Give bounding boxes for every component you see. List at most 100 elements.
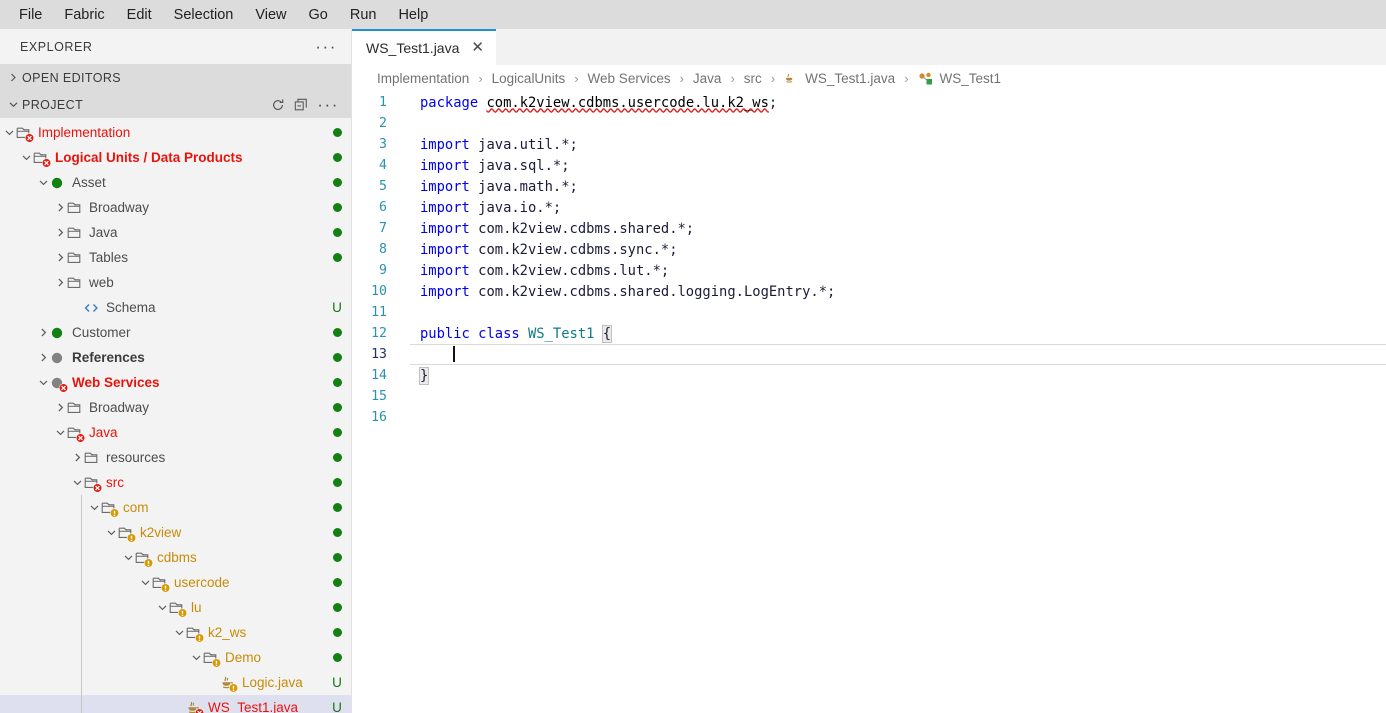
tree-item-resources[interactable]: resources [0, 445, 351, 470]
tree-item-label: Java [89, 225, 118, 240]
tree-item-asset[interactable]: Asset [0, 170, 351, 195]
tree-item-broadway[interactable]: Broadway [0, 395, 351, 420]
tree-item-tables[interactable]: Tables [0, 245, 351, 270]
chevron-right-icon[interactable] [53, 253, 67, 262]
tree-item-k2-ws[interactable]: k2_ws [0, 620, 351, 645]
tree-item-java[interactable]: Java [0, 420, 351, 445]
tree-item-java[interactable]: Java [0, 220, 351, 245]
breadcrumb-label: LogicalUnits [491, 71, 566, 86]
tree-item-label: src [106, 475, 124, 490]
tree-item-references[interactable]: References [0, 345, 351, 370]
code-line-2[interactable]: 2 [352, 113, 1386, 134]
chevron-right-icon[interactable] [53, 403, 67, 412]
line-number: 2 [379, 116, 387, 131]
breadcrumb-item-java[interactable]: Java [693, 71, 722, 86]
code-line-9[interactable]: 9 import com.k2view.cdbms.lut.*; [352, 260, 1386, 281]
breadcrumb-separator: › [904, 71, 909, 86]
menu-item-fabric[interactable]: Fabric [53, 3, 115, 27]
code-token: import [420, 199, 470, 216]
tree-item-com[interactable]: com [0, 495, 351, 520]
tree-item-logic-java[interactable]: Logic.java U [0, 670, 351, 695]
code-line-4[interactable]: 4 import java.sql.*; [352, 155, 1386, 176]
editor-tabbar: WS_Test1.java ✕ [352, 29, 1386, 65]
tree-item-cdbms[interactable]: cdbms [0, 545, 351, 570]
close-icon[interactable]: ✕ [471, 40, 484, 55]
explorer-more-icon[interactable]: ··· [315, 38, 337, 55]
menu-item-run[interactable]: Run [339, 3, 388, 27]
chevron-down-icon[interactable] [189, 653, 203, 662]
breadcrumb-item-logicalunits[interactable]: LogicalUnits [492, 71, 566, 86]
green-dot-icon [332, 428, 342, 437]
breadcrumb-item-ws-test1[interactable]: WS_Test1 [918, 71, 1001, 86]
chevron-down-icon[interactable] [172, 628, 186, 637]
breadcrumb-item-ws-test1-java[interactable]: WS_Test1.java [784, 71, 895, 86]
tree-item-lu[interactable]: lu [0, 595, 351, 620]
chevron-right-icon[interactable] [36, 353, 50, 362]
code-line-3[interactable]: 3 import java.util.*; [352, 134, 1386, 155]
tree-item-demo[interactable]: Demo [0, 645, 351, 670]
tree-item-usercode[interactable]: usercode [0, 570, 351, 595]
status-dot-ok [326, 470, 348, 495]
editor-tab-ws-test1[interactable]: WS_Test1.java ✕ [352, 29, 496, 65]
chevron-down-icon[interactable] [36, 178, 50, 187]
breadcrumb-item-src[interactable]: src [744, 71, 762, 86]
menu-item-view[interactable]: View [244, 3, 297, 27]
chevron-down-icon[interactable] [2, 128, 16, 137]
chevron-right-icon[interactable] [70, 453, 84, 462]
tree-item-k2view[interactable]: k2view [0, 520, 351, 545]
refresh-icon[interactable] [271, 98, 285, 112]
tree-item-broadway[interactable]: Broadway [0, 195, 351, 220]
chevron-down-icon[interactable] [53, 428, 67, 437]
code-line-5[interactable]: 5 import java.math.*; [352, 176, 1386, 197]
code-line-7[interactable]: 7 import com.k2view.cdbms.shared.*; [352, 218, 1386, 239]
chevron-down-icon[interactable] [36, 378, 50, 387]
project-more-icon[interactable]: ··· [317, 96, 339, 113]
chevron-down-icon[interactable] [19, 153, 33, 162]
code-line-text: public class WS_Test1 { [387, 324, 613, 343]
breadcrumb-item-web-services[interactable]: Web Services [588, 71, 671, 86]
section-open-editors[interactable]: OPEN EDITORS [0, 64, 351, 91]
chevron-right-icon[interactable] [53, 228, 67, 237]
tree-item-logical-units-data-products[interactable]: Logical Units / Data Products [0, 145, 351, 170]
menu-item-go[interactable]: Go [298, 3, 339, 27]
chevron-down-icon[interactable] [87, 503, 101, 512]
code-line-8[interactable]: 8 import com.k2view.cdbms.sync.*; [352, 239, 1386, 260]
code-line-11[interactable]: 11 [352, 302, 1386, 323]
code-line-13[interactable]: 13 [352, 344, 1386, 365]
code-line-12[interactable]: 12 public class WS_Test1 { [352, 323, 1386, 344]
code-line-6[interactable]: 6 import java.io.*; [352, 197, 1386, 218]
tree-item-web[interactable]: web [0, 270, 351, 295]
code-token: java.math.*; [469, 178, 578, 195]
line-number: 13 [371, 347, 387, 362]
u-status-label: U [332, 674, 342, 690]
code-line-15[interactable]: 15 [352, 386, 1386, 407]
menu-item-file[interactable]: File [8, 3, 53, 27]
chevron-right-icon[interactable] [53, 278, 67, 287]
chevron-down-icon[interactable] [104, 528, 118, 537]
project-actions: ··· [271, 96, 351, 113]
tree-item-schema[interactable]: Schema U [0, 295, 351, 320]
code-editor[interactable]: 1 package com.k2view.cdbms.usercode.lu.k2… [352, 92, 1386, 713]
tree-item-web-services[interactable]: Web Services [0, 370, 351, 395]
code-line-16[interactable]: 16 [352, 407, 1386, 428]
menu-item-selection[interactable]: Selection [163, 3, 245, 27]
chevron-right-icon[interactable] [53, 203, 67, 212]
chevron-down-icon[interactable] [70, 478, 84, 487]
code-line-14[interactable]: 14} [352, 365, 1386, 386]
code-line-10[interactable]: 10 import com.k2view.cdbms.shared.logging… [352, 281, 1386, 302]
section-project[interactable]: PROJECT ··· [0, 91, 351, 118]
folder-icon-error [84, 474, 106, 492]
collapse-all-icon[interactable] [294, 98, 308, 112]
chevron-down-icon[interactable] [121, 553, 135, 562]
menu-item-help[interactable]: Help [387, 3, 439, 27]
code-line-1[interactable]: 1 package com.k2view.cdbms.usercode.lu.k2… [352, 92, 1386, 113]
chevron-down-icon[interactable] [155, 603, 169, 612]
chevron-down-icon[interactable] [138, 578, 152, 587]
chevron-right-icon[interactable] [36, 328, 50, 337]
tree-item-implementation[interactable]: Implementation [0, 120, 351, 145]
tree-item-customer[interactable]: Customer [0, 320, 351, 345]
tree-item-src[interactable]: src [0, 470, 351, 495]
menu-item-edit[interactable]: Edit [116, 3, 163, 27]
breadcrumb-item-implementation[interactable]: Implementation [377, 71, 469, 86]
tree-item-ws-test1-java[interactable]: WS_Test1.java U [0, 695, 351, 713]
